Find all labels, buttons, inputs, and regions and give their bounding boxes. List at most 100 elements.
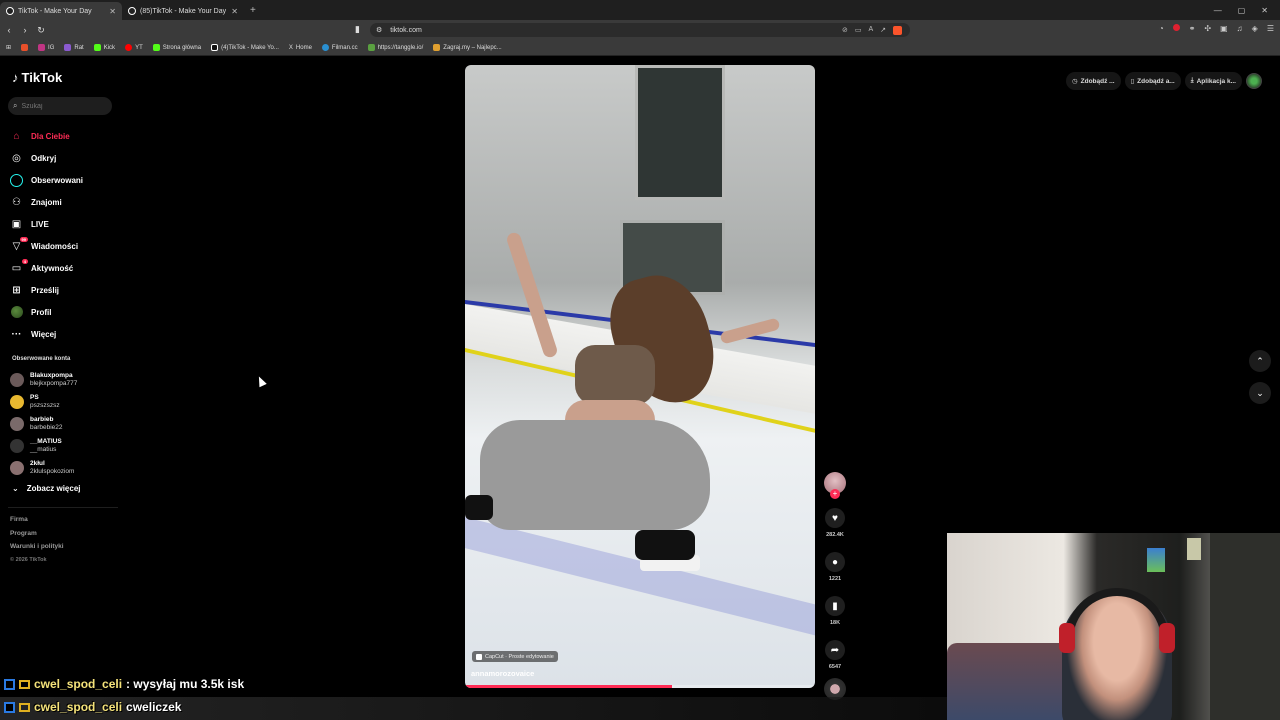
- profile-avatar[interactable]: [1246, 73, 1262, 89]
- browser-tab-active[interactable]: TikTok - Make Your Day ✕: [0, 2, 122, 20]
- followed-account[interactable]: PS pszszszsz: [10, 391, 77, 413]
- cast-icon[interactable]: ▭: [855, 26, 862, 35]
- next-video-button[interactable]: ⌄: [1249, 382, 1271, 404]
- creator-avatar[interactable]: +: [824, 472, 846, 499]
- back-icon[interactable]: ‹: [2, 25, 16, 35]
- address-bar[interactable]: ⚙ tiktok.com ⊘ ▭ A ↗: [370, 23, 910, 37]
- avatar: [10, 461, 24, 475]
- get-coins-button[interactable]: ◷ Zdobądź ...: [1065, 72, 1121, 90]
- capcut-tag[interactable]: CapCut · Proste edytowanie: [472, 651, 558, 662]
- folder-icon: [21, 44, 29, 51]
- nav-item-wiecej[interactable]: ··· Więcej: [10, 323, 83, 345]
- nav-item-odkryj[interactable]: ◎ Odkryj: [10, 147, 83, 169]
- new-tab-icon[interactable]: +: [250, 5, 256, 16]
- media-icon[interactable]: ♫: [1237, 24, 1243, 33]
- audio-icon[interactable]: ◔: [1159, 24, 1164, 33]
- upload-icon: ⊞: [12, 284, 21, 296]
- share-icon[interactable]: ➦: [825, 640, 845, 660]
- bookmark-item[interactable]: YT: [125, 44, 143, 51]
- account-username: __matius: [30, 446, 57, 453]
- minimize-icon[interactable]: —: [1214, 6, 1222, 15]
- brave-shield-icon[interactable]: [893, 25, 902, 35]
- translate-icon[interactable]: A: [868, 26, 873, 35]
- search-input[interactable]: [21, 102, 102, 110]
- forward-icon[interactable]: ›: [18, 25, 32, 35]
- bookmark-item[interactable]: Filman.cc: [321, 44, 358, 51]
- tiktok-logo-icon: ♪: [12, 70, 19, 85]
- desktop-app-button[interactable]: ⤓ Aplikacja k...: [1184, 72, 1242, 90]
- maximize-icon[interactable]: ▢: [1238, 6, 1246, 15]
- nav-item-aktywnosc[interactable]: ▭ 4 Aktywność: [10, 257, 83, 279]
- x-icon: X: [288, 44, 293, 51]
- get-app-button[interactable]: ▯ Zdobądź a...: [1124, 72, 1181, 90]
- heart-icon[interactable]: ♥: [825, 508, 845, 528]
- video-player[interactable]: CapCut · Proste edytowanie annamorozovai…: [465, 65, 815, 688]
- activity-icon: ▭ 4: [11, 258, 28, 274]
- bookmark-item[interactable]: (4)TikTok - Make Yo...: [211, 44, 279, 51]
- bookmark-item[interactable]: IG: [38, 44, 54, 51]
- nav-label: Znajomi: [31, 197, 62, 207]
- comment-icon[interactable]: ●: [825, 552, 845, 572]
- followed-account[interactable]: Blakuxpompa blejkxpompa777: [10, 369, 77, 391]
- footer-link-terms[interactable]: Warunki i polityki: [10, 543, 64, 557]
- vpn-icon[interactable]: ⚭: [1189, 24, 1196, 33]
- nav-item-wiadomosci[interactable]: ▽ 99 Wiadomości: [10, 235, 83, 257]
- nav-label: Odkryj: [31, 153, 57, 163]
- bookmark-item[interactable]: X Home: [289, 45, 312, 51]
- followed-account[interactable]: __MATIUS __matius: [10, 435, 77, 457]
- bookmark-item[interactable]: Zagraj.my – Najlepс...: [433, 44, 502, 51]
- video-progress-bar[interactable]: [465, 685, 815, 688]
- footer-link-program[interactable]: Program: [10, 530, 64, 544]
- close-tab-icon[interactable]: ✕: [231, 7, 238, 16]
- zagraj-icon: [433, 44, 441, 51]
- capcut-icon: [476, 653, 482, 660]
- recording-icon[interactable]: [1172, 24, 1180, 31]
- bookmark-item[interactable]: Kick: [93, 44, 115, 51]
- share-icon[interactable]: ↗: [880, 26, 886, 35]
- mute-icon[interactable]: ⊘: [842, 26, 848, 35]
- bookmark-item[interactable]: Rat: [64, 44, 84, 51]
- apps-grid-icon[interactable]: ⊞: [6, 44, 11, 51]
- followed-account[interactable]: 2kłul 2klulspokoziom: [10, 457, 77, 479]
- nav-item-obserwowani[interactable]: Obserwowani: [10, 169, 83, 191]
- extensions-icon[interactable]: ✣: [1204, 24, 1211, 33]
- reload-icon[interactable]: ↻: [34, 25, 48, 36]
- like-count: 282.4K: [826, 532, 844, 538]
- following-ring-icon: [10, 173, 23, 187]
- bookmark-label: IG: [48, 44, 55, 51]
- menu-icon[interactable]: ☰: [1267, 24, 1274, 33]
- see-more-button[interactable]: ⌄ Zobacz więcej: [12, 484, 81, 493]
- nav-item-znajomi[interactable]: ⚇ Znajomi: [10, 191, 83, 213]
- bookmark-label: (4)TikTok - Make Yo...: [221, 44, 279, 51]
- account-name: 2kłul: [30, 460, 45, 467]
- site-info-icon[interactable]: ⚙: [376, 26, 382, 34]
- nav-item-dla-ciebie[interactable]: ⌂ Dla Ciebie: [10, 125, 83, 147]
- bookmark-item[interactable]: Strona główna: [152, 44, 201, 51]
- close-tab-icon[interactable]: ✕: [109, 7, 116, 16]
- nav-item-live[interactable]: ▣ LIVE: [10, 213, 83, 235]
- friends-icon: ⚇: [12, 196, 21, 208]
- nav-item-profil[interactable]: Profil: [10, 301, 83, 323]
- bookmark-icon[interactable]: ▮: [355, 24, 360, 35]
- previous-video-button[interactable]: ⌃: [1249, 350, 1271, 372]
- nav-item-przeslij[interactable]: ⊞ Prześlij: [10, 279, 83, 301]
- wallet-icon[interactable]: ◈: [1252, 24, 1258, 33]
- nav-label: LIVE: [31, 219, 49, 229]
- video-author[interactable]: annamorozovaice: [471, 669, 534, 678]
- close-window-icon[interactable]: ✕: [1261, 6, 1268, 15]
- divider: [8, 507, 118, 508]
- capcut-label: CapCut · Proste edytowanie: [485, 653, 554, 660]
- share-count: 6547: [828, 664, 842, 670]
- browser-tab[interactable]: (85)TikTok - Make Your Day ✕: [122, 2, 244, 20]
- bookmark-icon[interactable]: ▮: [825, 596, 845, 616]
- followed-accounts-title: Obserwowane konta: [12, 356, 71, 362]
- sidebar-toggle-icon[interactable]: ▣: [1220, 24, 1228, 33]
- follow-plus-icon[interactable]: +: [830, 489, 840, 499]
- bookmark-item[interactable]: [21, 44, 29, 51]
- search-box[interactable]: ⌕: [8, 97, 112, 115]
- followed-account[interactable]: barbieb barbebie22: [10, 413, 77, 435]
- footer-link-firma[interactable]: Firma: [10, 516, 64, 530]
- bookmark-item[interactable]: https://tanggle.io/: [367, 44, 423, 51]
- tiktok-logo[interactable]: ♪ TikTok: [12, 70, 62, 85]
- tiktok-icon: [211, 44, 219, 51]
